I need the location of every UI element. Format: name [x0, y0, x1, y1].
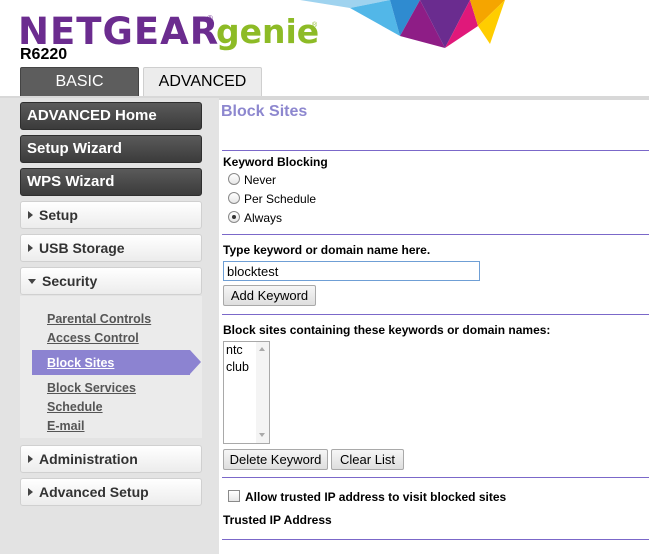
radio-per-schedule[interactable]: Per Schedule — [228, 191, 317, 206]
sidebar-item-schedule[interactable]: Schedule — [47, 400, 103, 414]
tab-advanced[interactable]: ADVANCED — [143, 67, 262, 97]
radio-never[interactable]: Never — [228, 172, 277, 187]
keyword-blocking-label: Keyword Blocking — [223, 155, 328, 169]
sidebar-item-label: Advanced Setup — [39, 484, 149, 500]
chevron-right-icon — [28, 244, 33, 253]
delete-keyword-button[interactable]: Delete Keyword — [223, 449, 328, 470]
list-item[interactable]: club — [226, 360, 249, 374]
add-keyword-button[interactable]: Add Keyword — [223, 285, 316, 306]
sidebar-item-parental-controls[interactable]: Parental Controls — [47, 312, 151, 326]
allow-trusted-ip-checkbox[interactable]: Allow trusted IP address to visit blocke… — [228, 489, 507, 504]
sidebar-item-administration[interactable]: Administration — [20, 445, 202, 473]
section-divider — [222, 150, 649, 151]
main-content: Block Sites Keyword Blocking Never Per S… — [219, 98, 649, 554]
page-title: Block Sites — [221, 103, 308, 120]
chevron-right-icon — [28, 488, 33, 497]
blocked-keywords-label: Block sites containing these keywords or… — [223, 323, 551, 337]
radio-always[interactable]: Always — [228, 210, 283, 225]
tab-basic[interactable]: BASIC — [20, 67, 139, 97]
sidebar-item-label: Setup — [39, 207, 78, 223]
model-name: R6220 — [20, 46, 68, 63]
blocked-keywords-list[interactable]: ntc club — [223, 341, 270, 444]
active-item-pointer — [190, 350, 201, 374]
genie-logo: genie — [216, 12, 320, 51]
sidebar-item-access-control[interactable]: Access Control — [47, 331, 139, 345]
sidebar-item-block-sites[interactable]: Block Sites — [47, 356, 114, 370]
sidebar-item-advanced-setup[interactable]: Advanced Setup — [20, 478, 202, 506]
sidebar-item-block-services[interactable]: Block Services — [47, 381, 136, 395]
sidebar-item-security[interactable]: Security — [20, 267, 202, 295]
sidebar-item-usb-storage[interactable]: USB Storage — [20, 234, 202, 262]
chevron-right-icon — [28, 211, 33, 220]
chevron-down-icon — [28, 278, 36, 284]
sidebar-item-email[interactable]: E-mail — [47, 419, 85, 433]
radio-button[interactable] — [228, 191, 240, 204]
keyword-input[interactable] — [223, 261, 480, 281]
radio-label: Always — [244, 211, 283, 225]
keyword-prompt-label: Type keyword or domain name here. — [223, 243, 431, 257]
logo-registered-mark: ® — [207, 14, 213, 23]
sidebar-item-label: Security — [42, 273, 98, 289]
sidebar-item-label: Administration — [39, 451, 138, 467]
header: NETGEAR ® genie ® R6220 BASIC ADVANCED — [0, 0, 649, 97]
scroll-down-icon[interactable] — [259, 433, 265, 437]
trusted-ip-label: Trusted IP Address — [223, 513, 332, 527]
list-scrollbar[interactable] — [256, 342, 269, 443]
section-divider — [222, 314, 649, 315]
chevron-right-icon — [28, 455, 33, 464]
genie-registered-mark: ® — [312, 22, 318, 29]
list-item[interactable]: ntc — [226, 343, 243, 357]
scroll-up-icon[interactable] — [259, 347, 265, 351]
radio-button[interactable] — [228, 172, 240, 185]
setup-wizard-button[interactable]: Setup Wizard — [20, 135, 202, 163]
radio-button-selected[interactable] — [228, 210, 240, 223]
wps-wizard-button[interactable]: WPS Wizard — [20, 168, 202, 196]
allow-trusted-ip-label: Allow trusted IP address to visit blocke… — [245, 490, 507, 504]
advanced-home-button[interactable]: ADVANCED Home — [20, 102, 202, 130]
section-divider — [222, 234, 649, 235]
radio-label: Per Schedule — [244, 192, 317, 206]
section-divider — [222, 477, 649, 478]
sidebar-item-label: USB Storage — [39, 240, 125, 256]
sidebar-item-setup[interactable]: Setup — [20, 201, 202, 229]
radio-label: Never — [244, 173, 277, 187]
clear-list-button[interactable]: Clear List — [331, 449, 404, 470]
checkbox[interactable] — [228, 489, 240, 502]
section-divider — [222, 539, 649, 540]
